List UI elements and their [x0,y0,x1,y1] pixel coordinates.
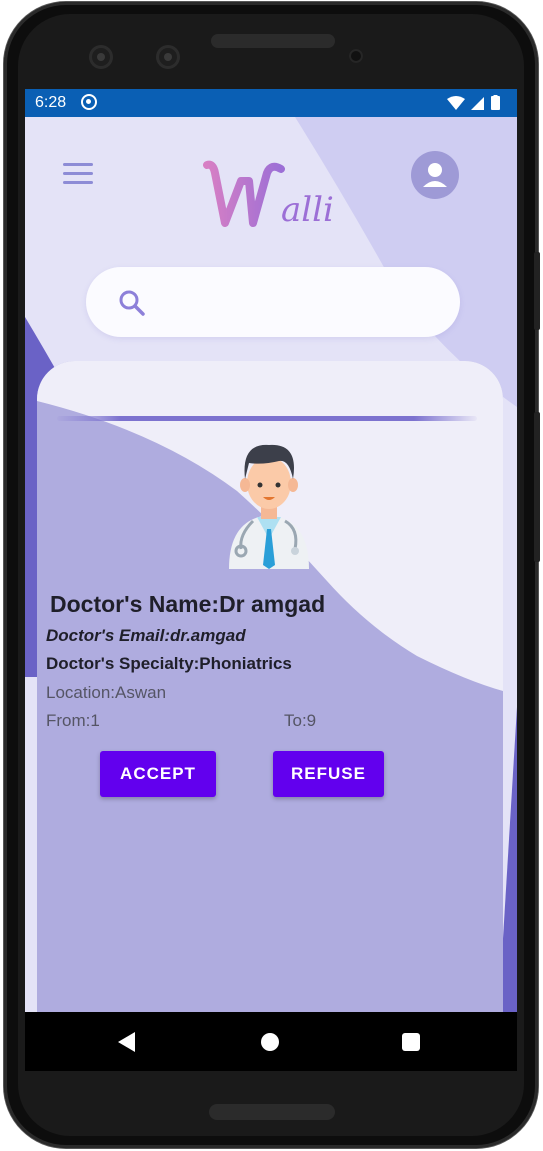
recents-icon[interactable] [402,1033,420,1051]
walli-logo: alli [203,160,334,230]
hamburger-menu-icon[interactable] [63,163,95,189]
power-button [534,412,540,562]
card-divider [57,416,477,421]
volume-button [534,252,540,330]
battery-icon [491,96,500,110]
back-icon[interactable] [118,1032,135,1052]
doctor-email: Doctor's Email:dr.amgad [46,626,246,645]
sync-icon [81,94,97,110]
doctor-avatar-illustration [229,444,309,569]
wifi-icon [447,96,465,110]
front-camera [89,45,113,69]
search-icon [119,290,145,316]
status-icons [447,95,500,110]
refuse-button[interactable]: REFUSE [273,751,384,797]
accept-button[interactable]: ACCEPT [100,751,216,797]
signal-icon [471,97,484,110]
status-time: 6:28 [35,94,67,111]
home-icon[interactable] [261,1033,279,1051]
hours-to: To:9 [284,711,317,730]
user-avatar-icon [423,163,447,187]
search-bar[interactable] [86,267,460,337]
svg-text:alli: alli [281,190,334,230]
bottom-speaker [209,1104,335,1120]
status-bar: 6:28 [25,89,517,117]
doctor-location: Location:Aswan [46,683,167,702]
system-navigation-bar [25,1012,517,1071]
hours-from: From:1 [46,711,100,730]
doctor-name: Doctor's Name:Dr amgad [50,591,326,617]
doctor-specialty: Doctor's Specialty:Phoniatrics [46,654,292,673]
proximity-sensor [349,49,363,63]
screen: 6:28 alli Doctor's Name:Dr amgad Doctor'… [25,89,517,1071]
earpiece-speaker [211,34,335,48]
search-input[interactable] [160,283,444,323]
profile-button[interactable] [411,151,459,199]
front-sensor [156,45,180,69]
doctor-request-card: Doctor's Name:Dr amgad Doctor's Email:dr… [37,361,503,1071]
